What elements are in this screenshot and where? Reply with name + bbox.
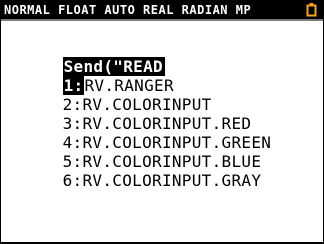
- menu-item-number: 2:: [62, 95, 83, 114]
- menu-item-number: 5:: [62, 152, 83, 171]
- status-mode-text: NORMAL FLOAT AUTO REAL RADIAN MP: [4, 3, 252, 17]
- menu-item-label: RV.RANGER: [84, 76, 174, 95]
- calculator-screen: NORMAL FLOAT AUTO REAL RADIAN MP Send("R…: [0, 0, 324, 244]
- menu-item-number: 4:: [62, 133, 83, 152]
- status-bar: NORMAL FLOAT AUTO REAL RADIAN MP: [1, 0, 323, 21]
- menu-item-number: 1:: [62, 76, 85, 95]
- menu-item-label: RV.COLORINPUT: [82, 95, 212, 114]
- menu-item-label: RV.COLORINPUT.GREEN: [82, 133, 272, 152]
- battery-icon: [306, 3, 317, 17]
- menu-item-label: RV.COLORINPUT.BLUE: [82, 152, 262, 171]
- menu-title: Send("READ: [62, 57, 165, 76]
- menu-title-line: Send("READ: [3, 38, 321, 76]
- menu-item-label: RV.COLORINPUT.RED: [82, 114, 252, 133]
- menu-item-number: 6:: [62, 171, 83, 190]
- menu-area: Send("READ 1:RV.RANGER 2:RV.COLORINPUT 3…: [3, 38, 321, 190]
- menu-item-number: 3:: [62, 114, 83, 133]
- menu-item-label: RV.COLORINPUT.GRAY: [82, 171, 262, 190]
